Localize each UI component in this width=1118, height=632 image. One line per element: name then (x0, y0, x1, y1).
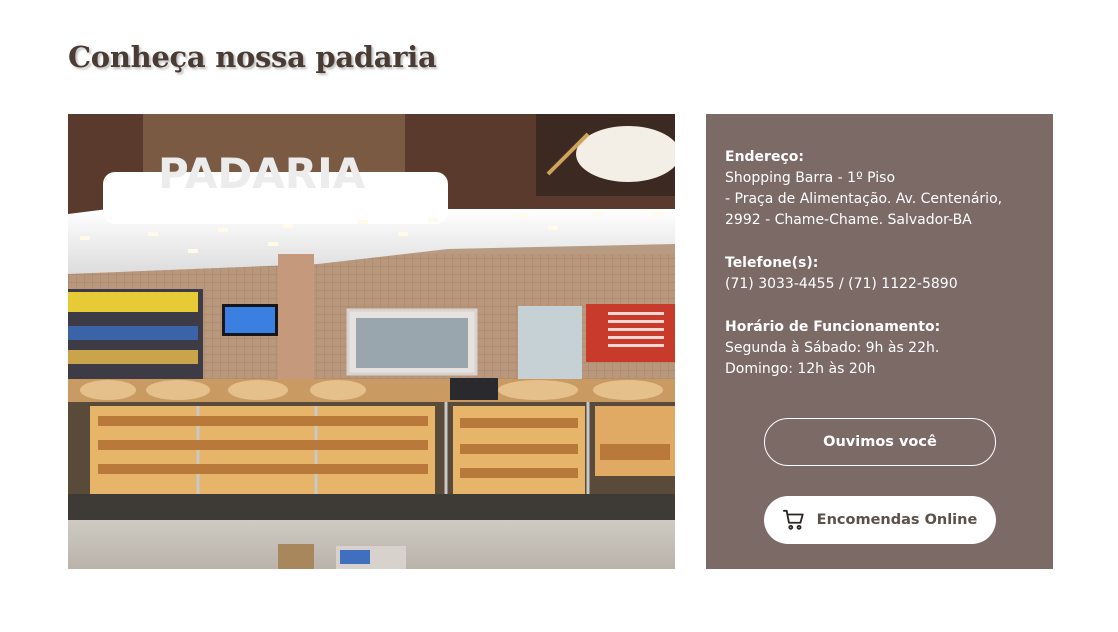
hours-line: Segunda à Sábado: 9h às 22h. (725, 340, 940, 356)
online-orders-button[interactable]: Encomendas Online (764, 496, 996, 544)
hours-block: Horário de Funcionamento: Segunda à Sába… (725, 317, 1035, 380)
bakery-photo-illustration: PADARIA (68, 114, 675, 569)
feedback-button[interactable]: Ouvimos você (764, 418, 996, 466)
address-line: 2992 - Chame-Chame. Salvador-BA (725, 212, 972, 228)
address-line: Shopping Barra - 1º Piso (725, 170, 896, 186)
section-title: Conheça nossa padaria (68, 40, 437, 74)
padaria-sign: PADARIA (158, 149, 366, 198)
hours-line: Domingo: 12h às 20h (725, 361, 876, 377)
hours-label: Horário de Funcionamento: (725, 319, 941, 335)
bakery-section: Conheça nossa padaria PADARIA Endereço: … (0, 0, 1118, 632)
cart-icon (782, 509, 805, 531)
address-label: Endereço: (725, 149, 804, 165)
phone-block: Telefone(s): (71) 3033-4455 / (71) 1122-… (725, 253, 1035, 295)
online-orders-button-label: Encomendas Online (816, 512, 978, 528)
phone-value: (71) 3033-4455 / (71) 1122-5890 (725, 276, 958, 292)
store-info-panel: Endereço: Shopping Barra - 1º Piso - Pra… (706, 114, 1053, 569)
address-block: Endereço: Shopping Barra - 1º Piso - Pra… (725, 147, 1035, 231)
phone-label: Telefone(s): (725, 255, 819, 271)
bakery-photo: PADARIA (68, 114, 675, 569)
feedback-button-label: Ouvimos você (823, 434, 937, 450)
address-line: - Praça de Alimentação. Av. Centenário, (725, 191, 1003, 207)
